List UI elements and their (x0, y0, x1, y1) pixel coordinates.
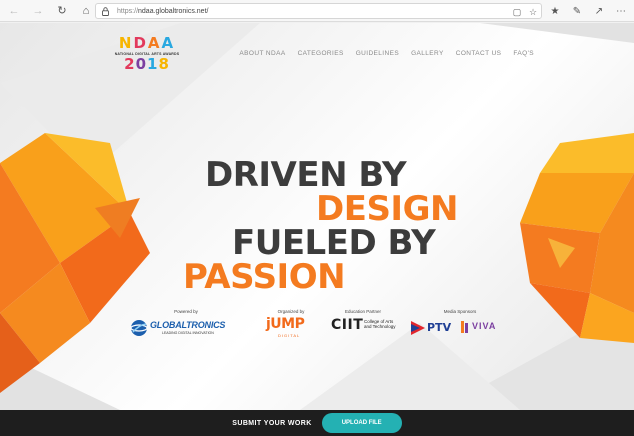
favorite-star-icon[interactable]: ☆ (526, 4, 540, 20)
back-icon[interactable]: ← (4, 1, 24, 21)
submit-your-work-text: SUBMIT YOUR WORK (232, 419, 312, 427)
ciit-name: CIIT (331, 317, 364, 333)
ndaa-logo[interactable]: NDAA NATIONAL DIGITAL ARTS AWARDS 2018 (112, 36, 182, 78)
web-page: NDAA NATIONAL DIGITAL ARTS AWARDS 2018 A… (0, 23, 634, 410)
logo-year: 2018 (124, 55, 170, 73)
viva-logo[interactable]: VIVA (461, 320, 507, 338)
main-nav: ABOUT NDAA CATEGORIES GUIDELINES GALLERY… (239, 50, 534, 57)
hero-line-fueled: FUELED BY (232, 223, 436, 263)
reading-view-icon[interactable]: ▢ (510, 4, 524, 20)
nav-item-contact[interactable]: CONTACT US (456, 50, 502, 57)
jump-digital-logo[interactable]: jUMP DIGITAL (266, 316, 318, 340)
favorites-bar-icon[interactable]: ★ (546, 2, 564, 20)
powered-by-label: Powered by (174, 309, 198, 314)
jump-name: jUMP (266, 316, 305, 332)
refresh-icon[interactable]: ↻ (52, 1, 72, 21)
forward-icon[interactable]: → (28, 1, 48, 21)
nav-item-gallery[interactable]: GALLERY (411, 50, 444, 57)
ptv-logo[interactable]: PTV (411, 319, 457, 339)
url-host: ndaa.globaltronics.net/ (138, 7, 209, 15)
ptv-name: PTV (427, 321, 452, 334)
hero-line-passion: PASSION (183, 257, 346, 297)
education-partner-label: Education Partner (344, 309, 382, 314)
globaltronics-logo[interactable]: GLOBALTRONICS LEADING DIGITAL INNOVATION (130, 318, 245, 338)
viva-emblem-icon (461, 321, 468, 333)
url-scheme: https:// (117, 7, 139, 15)
nav-item-guidelines[interactable]: GUIDELINES (356, 50, 399, 57)
globaltronics-name: GLOBALTRONICS (150, 320, 226, 330)
globe-icon (130, 320, 148, 336)
lock-icon[interactable] (102, 5, 112, 17)
nav-item-about[interactable]: ABOUT NDAA (239, 50, 285, 57)
url-text: https://ndaa.globaltronics.net/ (117, 8, 208, 15)
ptv-emblem-icon (411, 321, 425, 335)
hero-line-driven: DRIVEN BY (205, 155, 407, 195)
share-icon[interactable]: ↗ (590, 2, 608, 20)
ciit-logo[interactable]: CIIT College of Arts and Technology (331, 317, 401, 339)
jump-sub: DIGITAL (278, 333, 301, 338)
organized-by-label: Organized by (277, 309, 305, 314)
viva-name: VIVA (472, 321, 497, 331)
globaltronics-tagline: LEADING DIGITAL INNOVATION (162, 331, 214, 335)
media-sponsors-label: Media Sponsors (443, 309, 477, 314)
nav-item-categories[interactable]: CATEGORIES (298, 50, 344, 57)
home-icon[interactable]: ⌂ (76, 1, 96, 21)
upload-file-button[interactable]: UPLOAD FILE (321, 413, 402, 433)
more-menu-icon[interactable]: ⋯ (612, 2, 630, 20)
hero-line-design: DESIGN (316, 189, 458, 229)
browser-toolbar: ← → ↻ ⌂ https://ndaa.globaltronics.net/ … (0, 0, 634, 22)
address-bar[interactable]: https://ndaa.globaltronics.net/ ▢ ☆ (95, 3, 542, 19)
notes-icon[interactable]: ✎ (568, 2, 586, 20)
ciit-desc: College of Arts and Technology (364, 319, 396, 329)
logo-ndaa-text: NDAA (118, 34, 176, 52)
submit-bar: SUBMIT YOUR WORK UPLOAD FILE (0, 410, 634, 436)
nav-item-faqs[interactable]: FAQ'S (513, 50, 534, 57)
